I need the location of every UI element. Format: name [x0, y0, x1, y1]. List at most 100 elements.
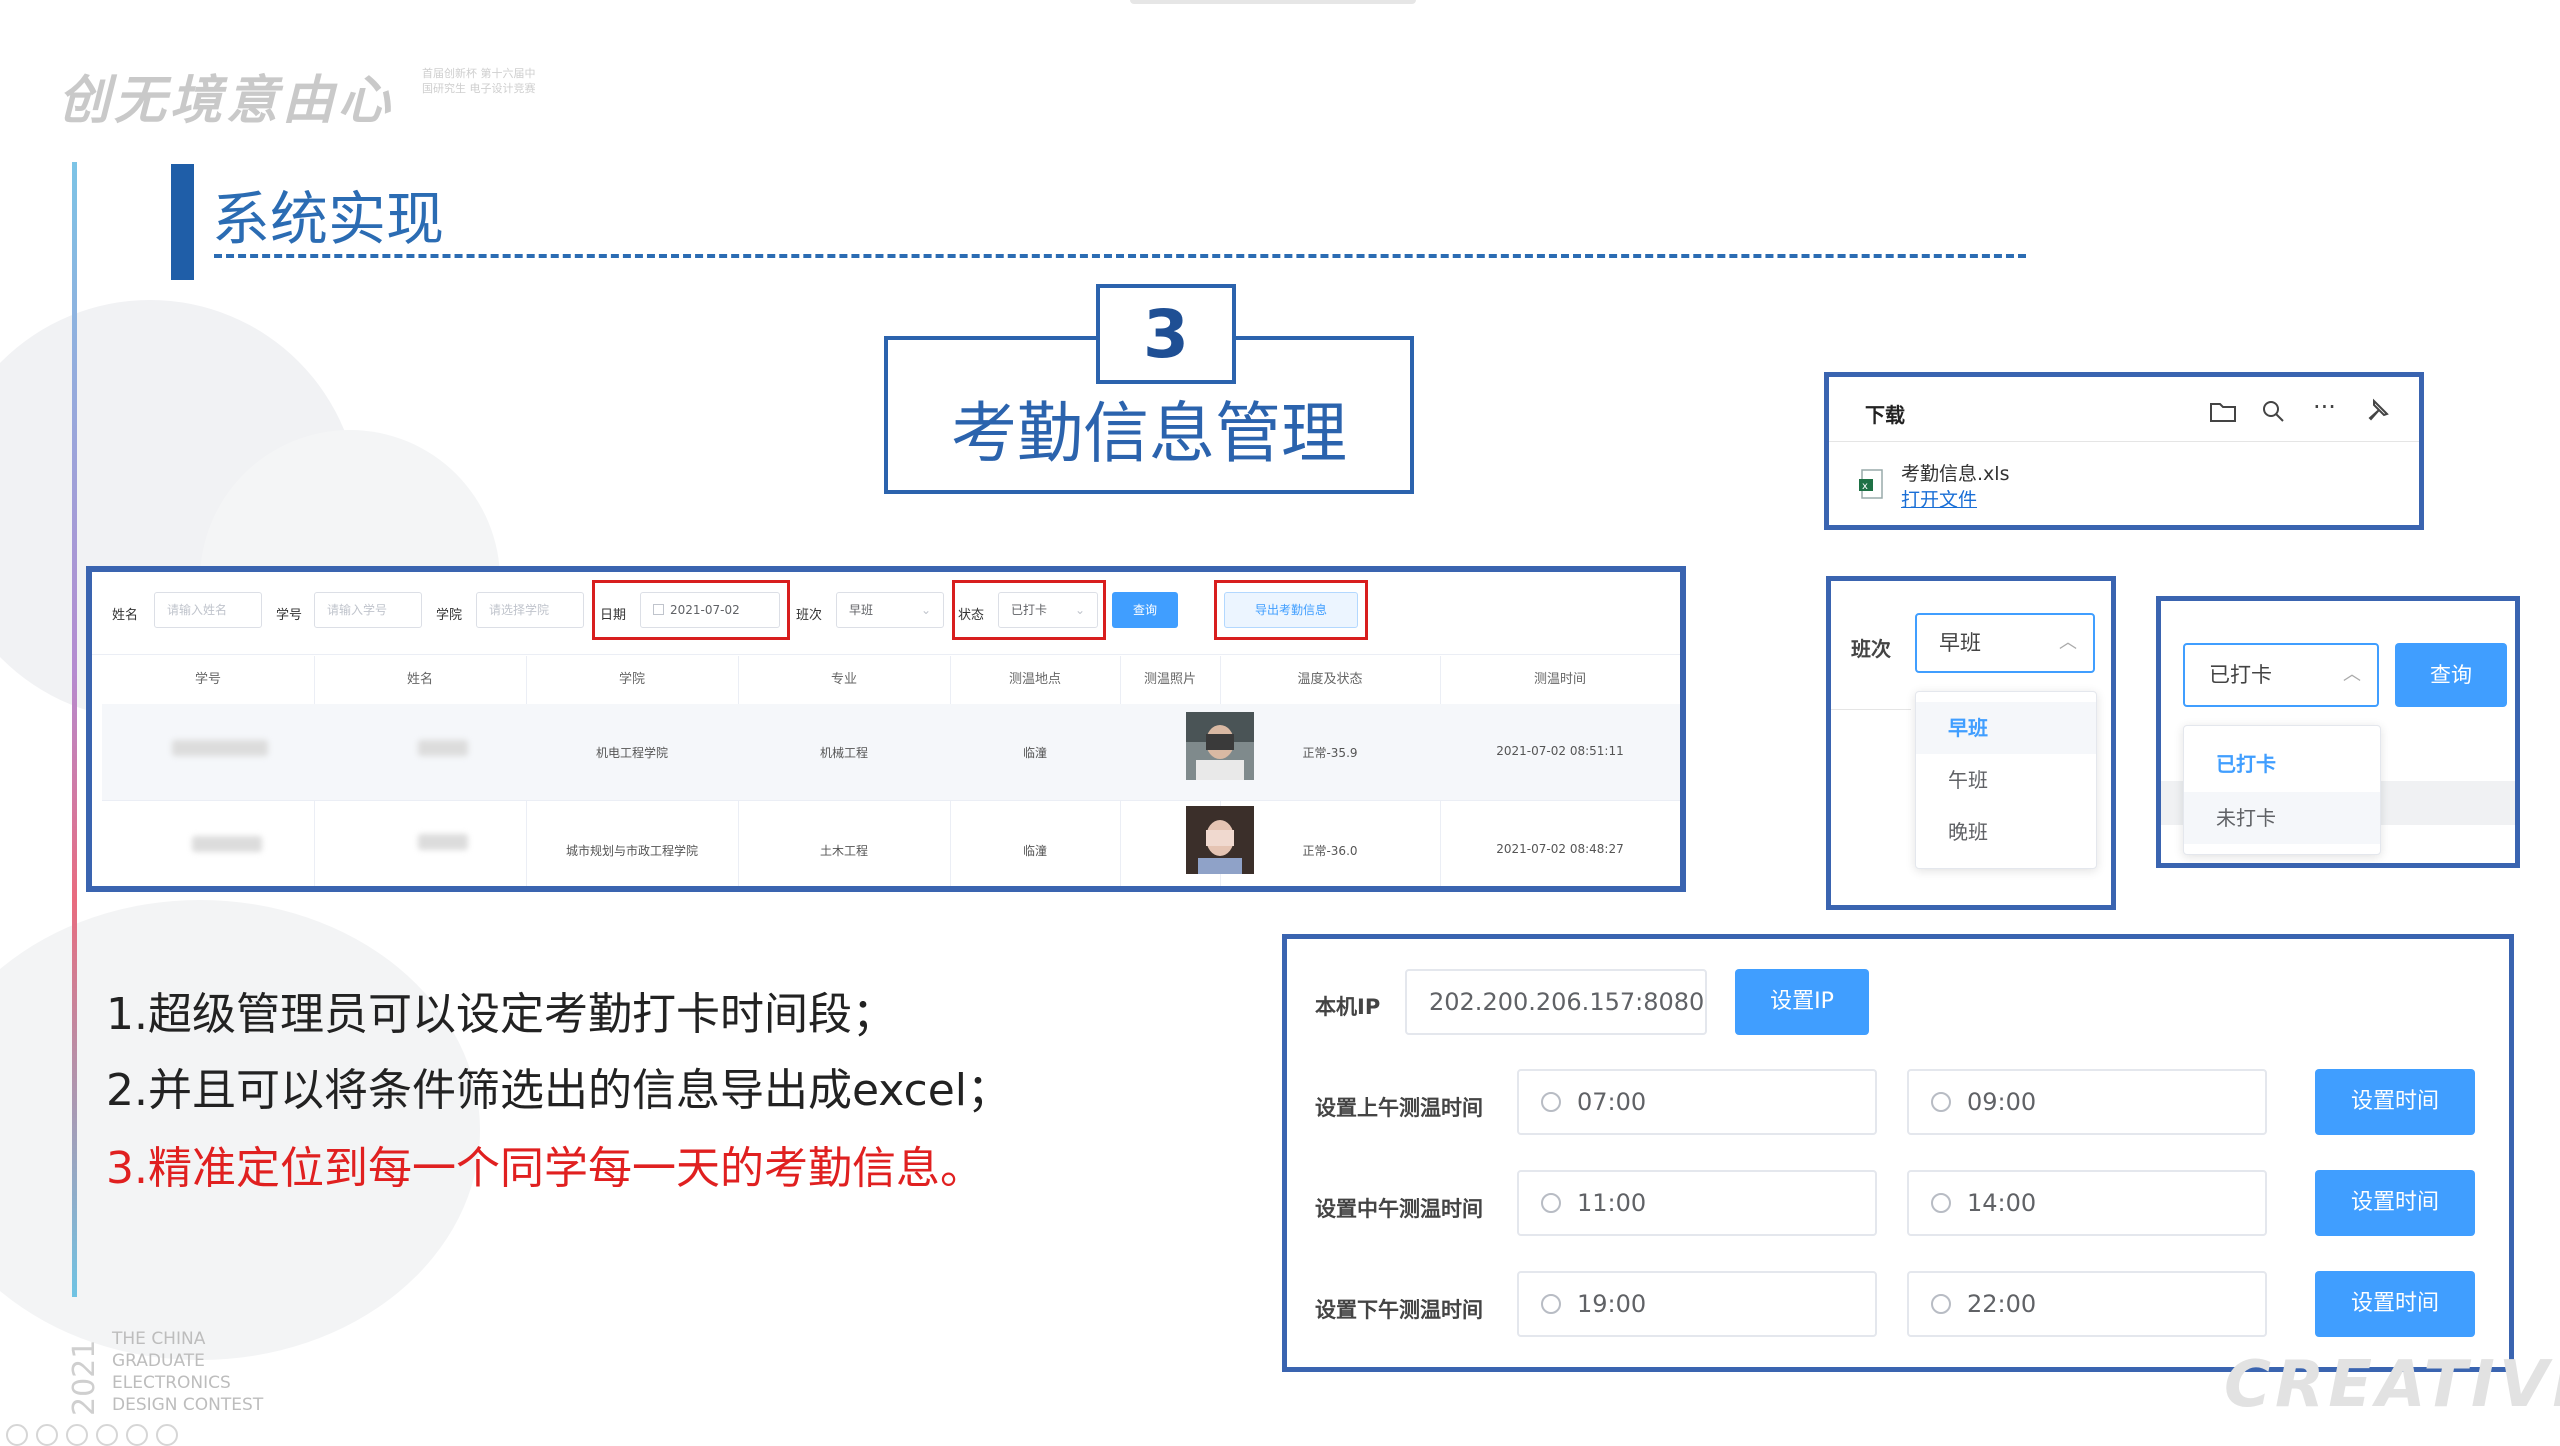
status-options-menu: 已打卡 未打卡 — [2183, 725, 2381, 855]
date-picker[interactable]: 2021-07-02 — [640, 592, 780, 628]
start-time-value: 19:00 — [1577, 1290, 1647, 1318]
contest-year: 2021 — [67, 1339, 102, 1416]
column-header: 学院 — [618, 672, 645, 687]
pin-icon[interactable] — [2365, 397, 2391, 423]
pen-icon[interactable] — [66, 1424, 88, 1446]
shift-select[interactable]: 早班 ⌄ — [836, 592, 944, 628]
start-time-input[interactable]: 19:00 — [1517, 1271, 1877, 1337]
end-time-value: 22:00 — [1967, 1290, 2037, 1318]
more-options-icon[interactable] — [156, 1424, 178, 1446]
column-header: 姓名 — [406, 672, 433, 687]
description-point-1: 1.超级管理员可以设定考勤打卡时间段； — [106, 989, 896, 1040]
end-time-input[interactable]: 09:00 — [1907, 1069, 2267, 1135]
status-value: 已打卡 — [1011, 603, 1048, 617]
status-select[interactable]: 已打卡 ︿ — [2183, 643, 2379, 707]
start-time-input[interactable]: 11:00 — [1517, 1170, 1877, 1236]
start-time-input[interactable]: 07:00 — [1517, 1069, 1877, 1135]
chevron-down-icon: ⌄ — [1074, 603, 1085, 617]
column-header: 专业 — [830, 672, 857, 687]
college-label: 学院 — [436, 608, 463, 623]
end-time-input[interactable]: 14:00 — [1907, 1170, 2267, 1236]
shift-select[interactable]: 早班 ︿ — [1915, 613, 2095, 673]
set-time-button[interactable]: 设置时间 — [2315, 1170, 2475, 1236]
row-divider — [102, 800, 1680, 801]
shift-option[interactable]: 晚班 — [1916, 806, 2096, 858]
contest-name-line: DESIGN CONTEST — [112, 1395, 264, 1415]
id-input[interactable]: 请输入学号 — [314, 592, 422, 628]
query-button[interactable]: 查询 — [1112, 592, 1178, 628]
open-file-link[interactable]: 打开文件 — [1901, 485, 1977, 512]
more-icon[interactable]: ··· — [2313, 393, 2336, 421]
accent-vertical-line — [72, 162, 77, 1297]
contest-logo: 创无境意由心 — [58, 71, 395, 131]
zoom-icon[interactable] — [126, 1424, 148, 1446]
shift-value: 早班 — [849, 603, 874, 617]
chevron-up-icon: ︿ — [2059, 632, 2077, 653]
top-tab-decoration — [1130, 0, 1416, 4]
status-dropdown-panel: 已打卡 ︿ 查询 已打卡 未打卡 — [2156, 596, 2520, 868]
set-time-button[interactable]: 设置时间 — [2315, 1069, 2475, 1135]
college-placeholder: 请选择学院 — [489, 603, 550, 617]
cell-college: 城市规划与市政工程学院 — [565, 844, 698, 858]
search-icon[interactable] — [2261, 399, 2285, 423]
status-option[interactable]: 已打卡 — [2184, 738, 2380, 790]
column-header: 测温时间 — [1533, 672, 1586, 687]
start-time-value: 11:00 — [1577, 1189, 1647, 1217]
status-selected-value: 已打卡 — [2209, 663, 2272, 687]
clock-icon — [1931, 1193, 1951, 1213]
download-panel: 下载 ··· x 考勤信息.xls 打开文件 — [1824, 372, 2424, 530]
time-settings-panel: 本机IP 202.200.206.157:8080 设置IP 设置上午测温时间 … — [1282, 934, 2514, 1372]
redacted-student-name — [418, 740, 468, 756]
shift-options-menu: 早班 午班 晚班 — [1915, 691, 2097, 869]
chevron-up-icon: ︿ — [2343, 664, 2361, 685]
set-ip-button[interactable]: 设置IP — [1735, 969, 1869, 1035]
ip-label: 本机IP — [1315, 995, 1381, 1019]
downloaded-file-name: 考勤信息.xls — [1901, 463, 2010, 485]
column-header: 温度及状态 — [1297, 672, 1363, 687]
status-select[interactable]: 已打卡 ⌄ — [998, 592, 1098, 628]
prev-slide-icon[interactable] — [6, 1424, 28, 1446]
cell-time: 2021-07-02 08:51:11 — [1496, 744, 1624, 758]
clock-icon — [1541, 1092, 1561, 1112]
next-slide-icon[interactable] — [36, 1424, 58, 1446]
shift-option[interactable]: 午班 — [1916, 754, 2096, 806]
status-query-button[interactable]: 查询 — [2395, 643, 2507, 707]
logo-subtext: 首届创新杯 第十六届中国研究生 电子设计竞赛 — [422, 67, 536, 95]
redacted-student-id — [192, 836, 262, 852]
slide-title: 考勤信息管理 — [951, 395, 1347, 472]
folder-icon[interactable] — [2209, 399, 2237, 423]
end-time-input[interactable]: 22:00 — [1907, 1271, 2267, 1337]
chevron-down-icon: ⌄ — [920, 603, 931, 617]
date-label: 日期 — [600, 608, 627, 623]
name-input[interactable]: 请输入姓名 — [154, 592, 262, 628]
contest-name-line: THE CHINA — [112, 1329, 206, 1349]
section-title: 系统实现 — [212, 185, 445, 253]
slides-icon[interactable] — [96, 1424, 118, 1446]
shift-option[interactable]: 早班 — [1916, 702, 2096, 754]
name-label: 姓名 — [112, 608, 139, 623]
temperature-photo — [1186, 806, 1254, 874]
set-time-button[interactable]: 设置时间 — [2315, 1271, 2475, 1337]
description-point-3: 3.精准定位到每一个同学每一天的考勤信息。 — [106, 1143, 984, 1194]
excel-file-icon: x — [1859, 469, 1883, 499]
shift-label: 班次 — [796, 608, 823, 623]
panel-divider — [1829, 441, 2419, 442]
cell-location: 临潼 — [1022, 844, 1047, 858]
clock-icon — [1931, 1294, 1951, 1314]
redacted-student-id — [172, 740, 268, 756]
column-header: 测温照片 — [1143, 672, 1196, 687]
table-border — [1831, 709, 1911, 710]
contest-name-line: ELECTRONICS — [112, 1373, 231, 1393]
export-button[interactable]: 导出考勤信息 — [1224, 592, 1358, 628]
contest-name-line: GRADUATE — [112, 1351, 205, 1371]
cell-temperature-status: 正常-35.9 — [1302, 746, 1358, 760]
clock-icon — [1931, 1092, 1951, 1112]
college-select[interactable]: 请选择学院 — [476, 592, 584, 628]
ip-input[interactable]: 202.200.206.157:8080 — [1405, 969, 1707, 1035]
description-point-2: 2.并且可以将条件筛选出的信息导出成excel； — [106, 1065, 1012, 1116]
status-option[interactable]: 未打卡 — [2184, 792, 2380, 844]
section-divider — [214, 254, 2026, 258]
redacted-student-name — [418, 834, 468, 850]
cell-major: 机械工程 — [819, 746, 868, 760]
end-time-value: 09:00 — [1967, 1088, 2037, 1116]
